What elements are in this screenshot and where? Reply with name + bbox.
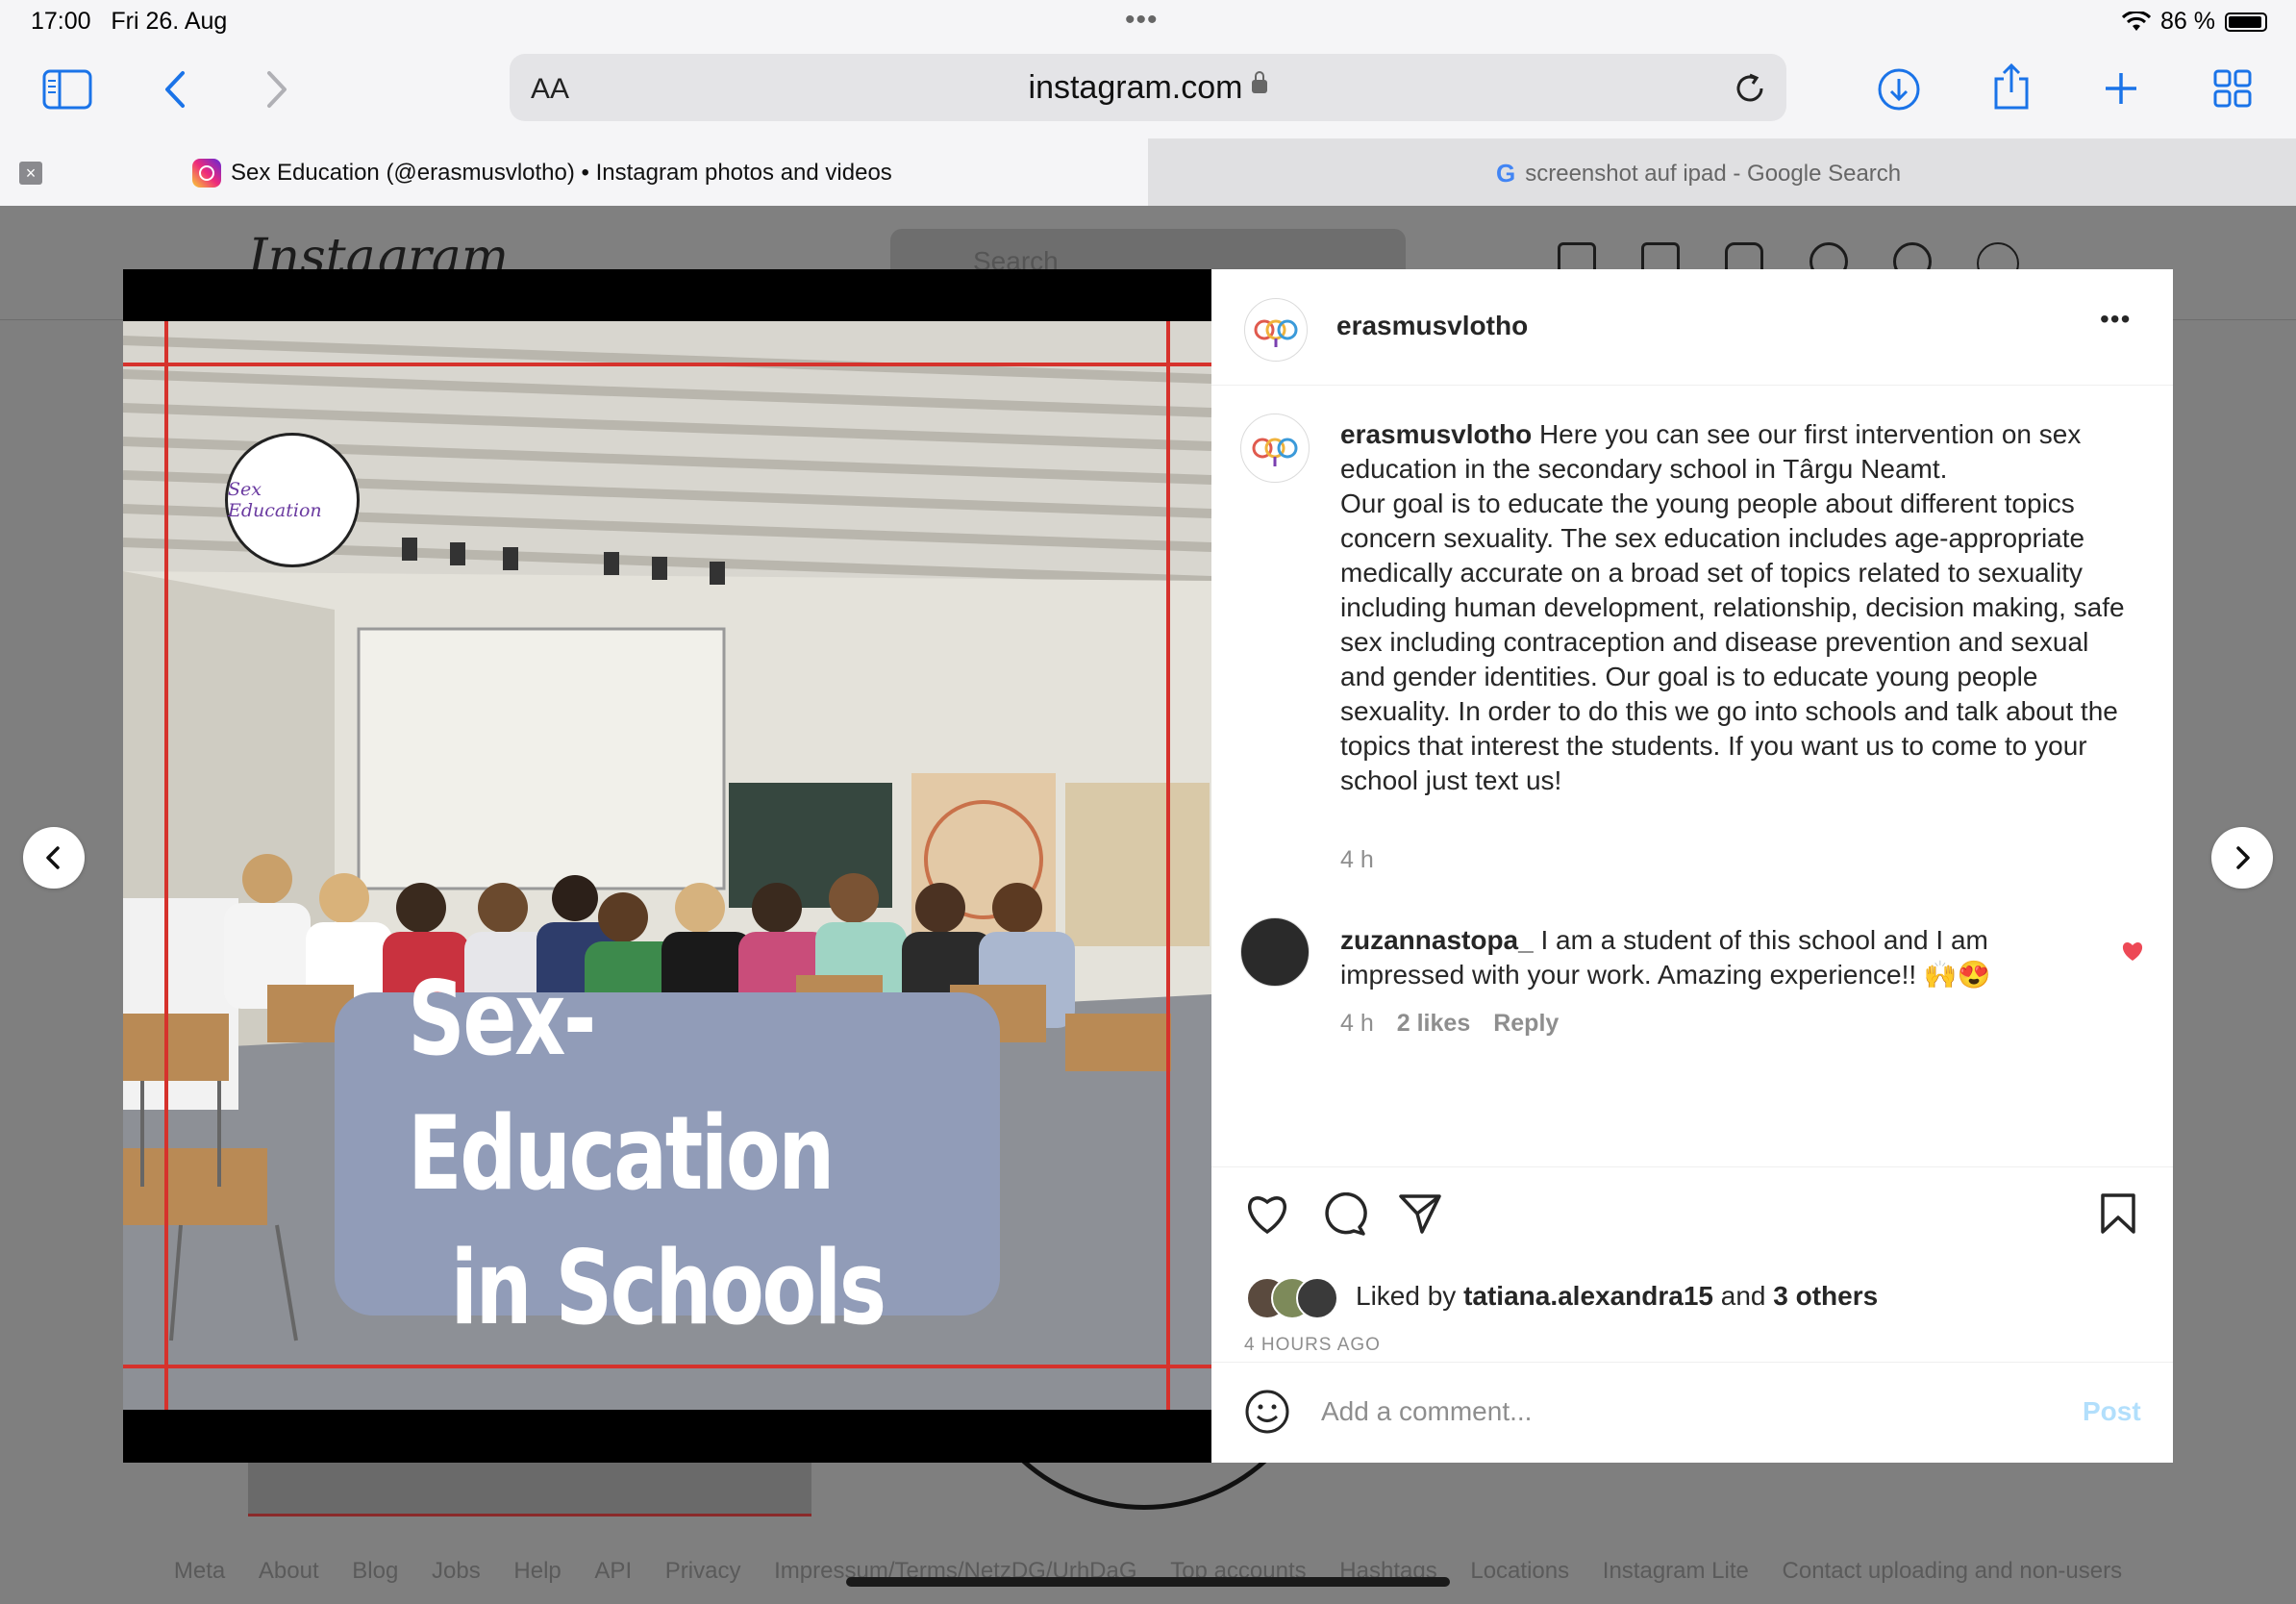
footer-link[interactable]: Instagram Lite (1603, 1558, 1749, 1584)
image-title-box: Sex-Education in Schools (335, 960, 1000, 1347)
comment: zuzannastopa_ I am a student of this sch… (1340, 923, 2071, 992)
actions-divider (1211, 1166, 2173, 1167)
liked-by: Liked by tatiana.alexandra15 and 3 other… (1356, 1281, 1879, 1311)
footer-link[interactable]: API (594, 1558, 632, 1584)
footer-link[interactable]: Contact uploading and non-users (1783, 1558, 2123, 1584)
tabs-overview-icon[interactable] (2213, 69, 2252, 108)
lock-icon (1252, 71, 1268, 94)
liked-by-user[interactable]: tatiana.alexandra15 (1463, 1281, 1713, 1311)
footer-link[interactable]: Privacy (665, 1558, 741, 1584)
footer-link[interactable]: Blog (352, 1558, 398, 1584)
commenter-avatar[interactable] (1240, 917, 1310, 987)
chevron-right-icon (2236, 846, 2250, 869)
like-icon[interactable] (1244, 1192, 1290, 1235)
save-bookmark-icon[interactable] (2100, 1192, 2136, 1235)
commenter-username[interactable]: zuzannastopa_ (1340, 925, 1534, 955)
chevron-left-icon (46, 846, 60, 869)
author-username[interactable]: erasmusvlotho (1336, 311, 1528, 341)
download-icon[interactable] (1877, 67, 1921, 112)
previous-post-button[interactable] (23, 827, 85, 889)
post-details-panel: erasmusvlotho ••• erasmusvlotho Here you… (1211, 269, 2173, 1463)
battery-icon (2225, 12, 2267, 32)
image-title-line1: Sex-Education (408, 960, 835, 1213)
wifi-icon (2122, 11, 2152, 31)
post-caption: erasmusvlotho Here you can see our first… (1340, 417, 2129, 798)
caption-username[interactable]: erasmusvlotho (1340, 419, 1532, 449)
instagram-favicon-icon (192, 159, 221, 188)
emoji-icon[interactable] (1244, 1389, 1290, 1435)
more-options-icon[interactable]: ••• (2100, 304, 2131, 335)
header-divider (1211, 385, 2173, 386)
sex-education-logo: Sex Education (225, 433, 360, 567)
author-avatar[interactable] (1244, 298, 1308, 362)
image-title-line2: in Schools (450, 1229, 886, 1347)
footer-link[interactable]: About (259, 1558, 319, 1584)
post-media[interactable]: Sex Education Sex-Education in Schools (123, 269, 1211, 1463)
comment-meta: 4 h 2 likes Reply (1340, 1010, 1559, 1038)
comment-liked-heart-icon[interactable] (2121, 940, 2144, 962)
post-comment-button[interactable]: Post (2083, 1396, 2141, 1427)
author-avatar-logo-icon (1254, 319, 1298, 347)
close-tab-icon[interactable]: × (19, 162, 42, 185)
liker-avatar (1296, 1277, 1338, 1319)
caption-text: Here you can see our first intervention … (1340, 419, 2125, 795)
reload-icon[interactable] (1733, 71, 1767, 106)
url-field[interactable]: instagram.com (0, 69, 2296, 107)
new-tab-icon[interactable] (2102, 69, 2140, 108)
caption-time[interactable]: 4 h (1340, 846, 1374, 874)
footer-link[interactable]: Meta (174, 1558, 225, 1584)
share-post-icon[interactable] (1398, 1192, 1442, 1235)
comment-reply-button[interactable]: Reply (1493, 1010, 1559, 1038)
liker-avatars[interactable] (1246, 1277, 1342, 1319)
comment-likes[interactable]: 2 likes (1397, 1010, 1470, 1038)
comment-box-divider (1211, 1362, 2173, 1363)
next-post-button[interactable] (2211, 827, 2273, 889)
home-indicator[interactable] (846, 1577, 1450, 1587)
status-indicators: 86 % (2122, 8, 2267, 36)
post-photo: Sex Education Sex-Education in Schools (123, 321, 1211, 1410)
comment-time[interactable]: 4 h (1340, 1010, 1374, 1038)
footer-link[interactable]: Locations (1470, 1558, 1569, 1584)
add-comment-input[interactable]: Add a comment... (1321, 1396, 1994, 1427)
caption-avatar[interactable] (1240, 414, 1310, 483)
status-time: 17:00 Fri 26. Aug (31, 8, 228, 35)
liked-by-others[interactable]: 3 others (1773, 1281, 1878, 1311)
multitasking-dots[interactable]: ••• (1125, 4, 1159, 37)
google-favicon-icon: G (1496, 159, 1516, 188)
footer-link[interactable]: Jobs (432, 1558, 481, 1584)
caption-avatar-logo-icon (1252, 438, 1298, 466)
tab-instagram-title[interactable]: Sex Education (@erasmusvlotho) • Instagr… (192, 159, 892, 188)
share-icon[interactable] (1992, 62, 2031, 112)
comment-icon[interactable] (1321, 1192, 1367, 1237)
tab-google-title[interactable]: G screenshot auf ipad - Google Search (1496, 159, 1901, 188)
post-timestamp[interactable]: 4 HOURS AGO (1244, 1335, 1381, 1356)
footer-link[interactable]: Help (513, 1558, 561, 1584)
battery-percent: 86 % (2160, 8, 2215, 35)
